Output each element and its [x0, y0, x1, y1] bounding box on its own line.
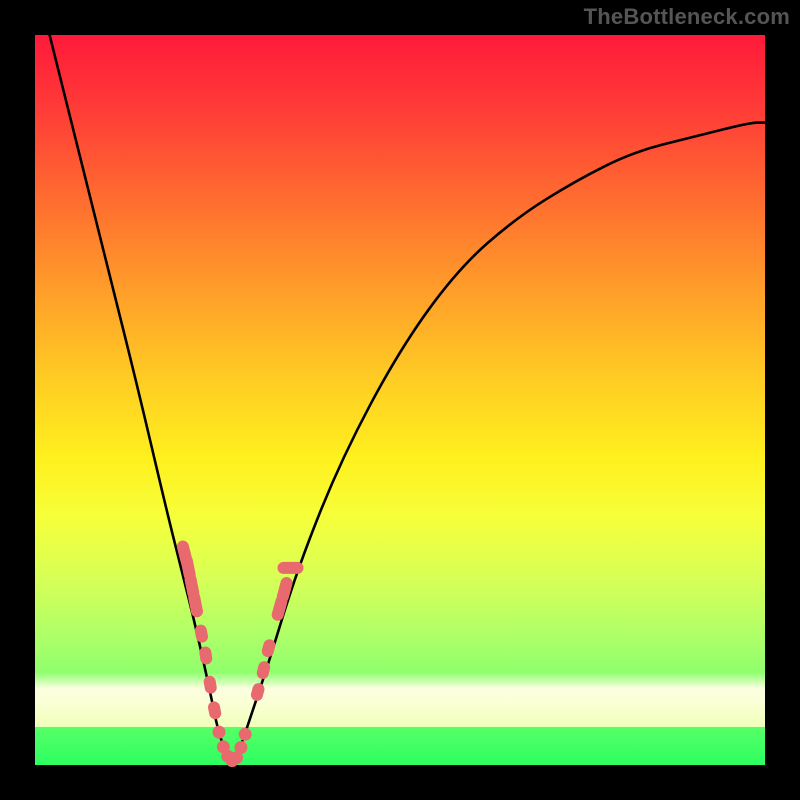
- chart-frame: TheBottleneck.com: [0, 0, 800, 800]
- watermark-text: TheBottleneck.com: [584, 4, 790, 30]
- curve-marker: [278, 562, 304, 574]
- curve-marker: [207, 700, 222, 720]
- curve-markers: [176, 539, 304, 767]
- compatibility-curve: [50, 35, 765, 761]
- curve-marker: [239, 728, 252, 741]
- curve-marker: [250, 682, 266, 702]
- curve-marker: [234, 741, 247, 754]
- curve-layer: [35, 35, 765, 765]
- curve-marker: [213, 726, 226, 739]
- curve-marker: [187, 590, 204, 618]
- plot-area: [35, 35, 765, 765]
- curve-marker: [203, 675, 218, 695]
